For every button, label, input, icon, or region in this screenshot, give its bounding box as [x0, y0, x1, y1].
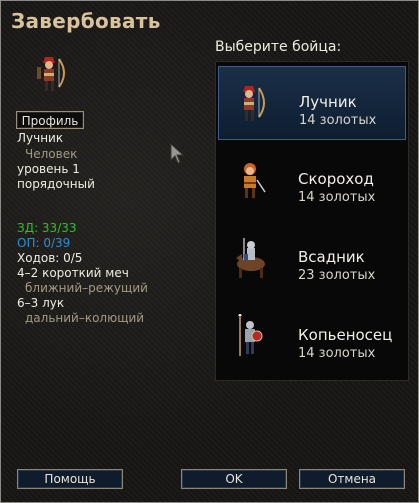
attack-2: 6–3 лук: [17, 296, 65, 310]
spearman-sprite-icon: [238, 314, 263, 356]
profile-button[interactable]: Профиль: [16, 111, 84, 129]
help-button[interactable]: Помощь: [17, 469, 123, 489]
list-item[interactable]: Копьеносец 14 золотых: [218, 300, 406, 374]
list-item-cost: 14 золотых: [298, 190, 376, 205]
list-item-name: Всадник: [298, 248, 365, 266]
unit-name: Лучник: [17, 131, 64, 145]
bowman-portrait-icon: [37, 57, 65, 91]
unit-level: уровень 1: [17, 162, 80, 176]
recruit-dialog: Завербовать Профиль Лучник Человек урове…: [0, 0, 419, 503]
list-item-name: Копьеносец: [298, 326, 393, 344]
list-item[interactable]: Лучник 14 золотых: [218, 66, 406, 140]
list-item[interactable]: Скороход 14 золотых: [218, 144, 406, 218]
list-item[interactable]: Всадник 23 золотых: [218, 222, 406, 296]
list-item-cost: 14 золотых: [298, 346, 376, 361]
cancel-button[interactable]: Отмена: [299, 469, 405, 489]
unit-hp: ЗД: 33/33: [17, 221, 77, 235]
unit-alignment: порядочный: [17, 177, 95, 191]
unit-race: Человек: [25, 147, 78, 161]
list-item-cost: 23 золотых: [298, 268, 376, 283]
fencer-sprite-icon: [244, 163, 266, 198]
list-item-name: Лучник: [299, 93, 357, 111]
list-item-name: Скороход: [298, 170, 374, 188]
bowman-sprite-icon: [243, 86, 265, 121]
attack-1-type: ближний–режущий: [25, 281, 148, 295]
attack-2-type: дальний–колющий: [25, 311, 145, 325]
mouse-cursor-icon: [170, 143, 185, 164]
ok-button[interactable]: OK: [181, 469, 287, 489]
cavalryman-sprite-icon: [236, 238, 265, 278]
unit-moves: Ходов: 0/5: [17, 251, 83, 265]
unit-xp: ОП: 0/39: [17, 236, 71, 250]
list-item-cost: 14 золотых: [299, 113, 377, 128]
choose-fighter-label: Выберите бойца:: [215, 39, 342, 55]
dialog-title: Завербовать: [11, 9, 161, 33]
attack-1: 4–2 короткий меч: [17, 266, 129, 280]
recruit-list: Лучник 14 золотых Скороход 14 золотых Вс…: [215, 61, 409, 381]
